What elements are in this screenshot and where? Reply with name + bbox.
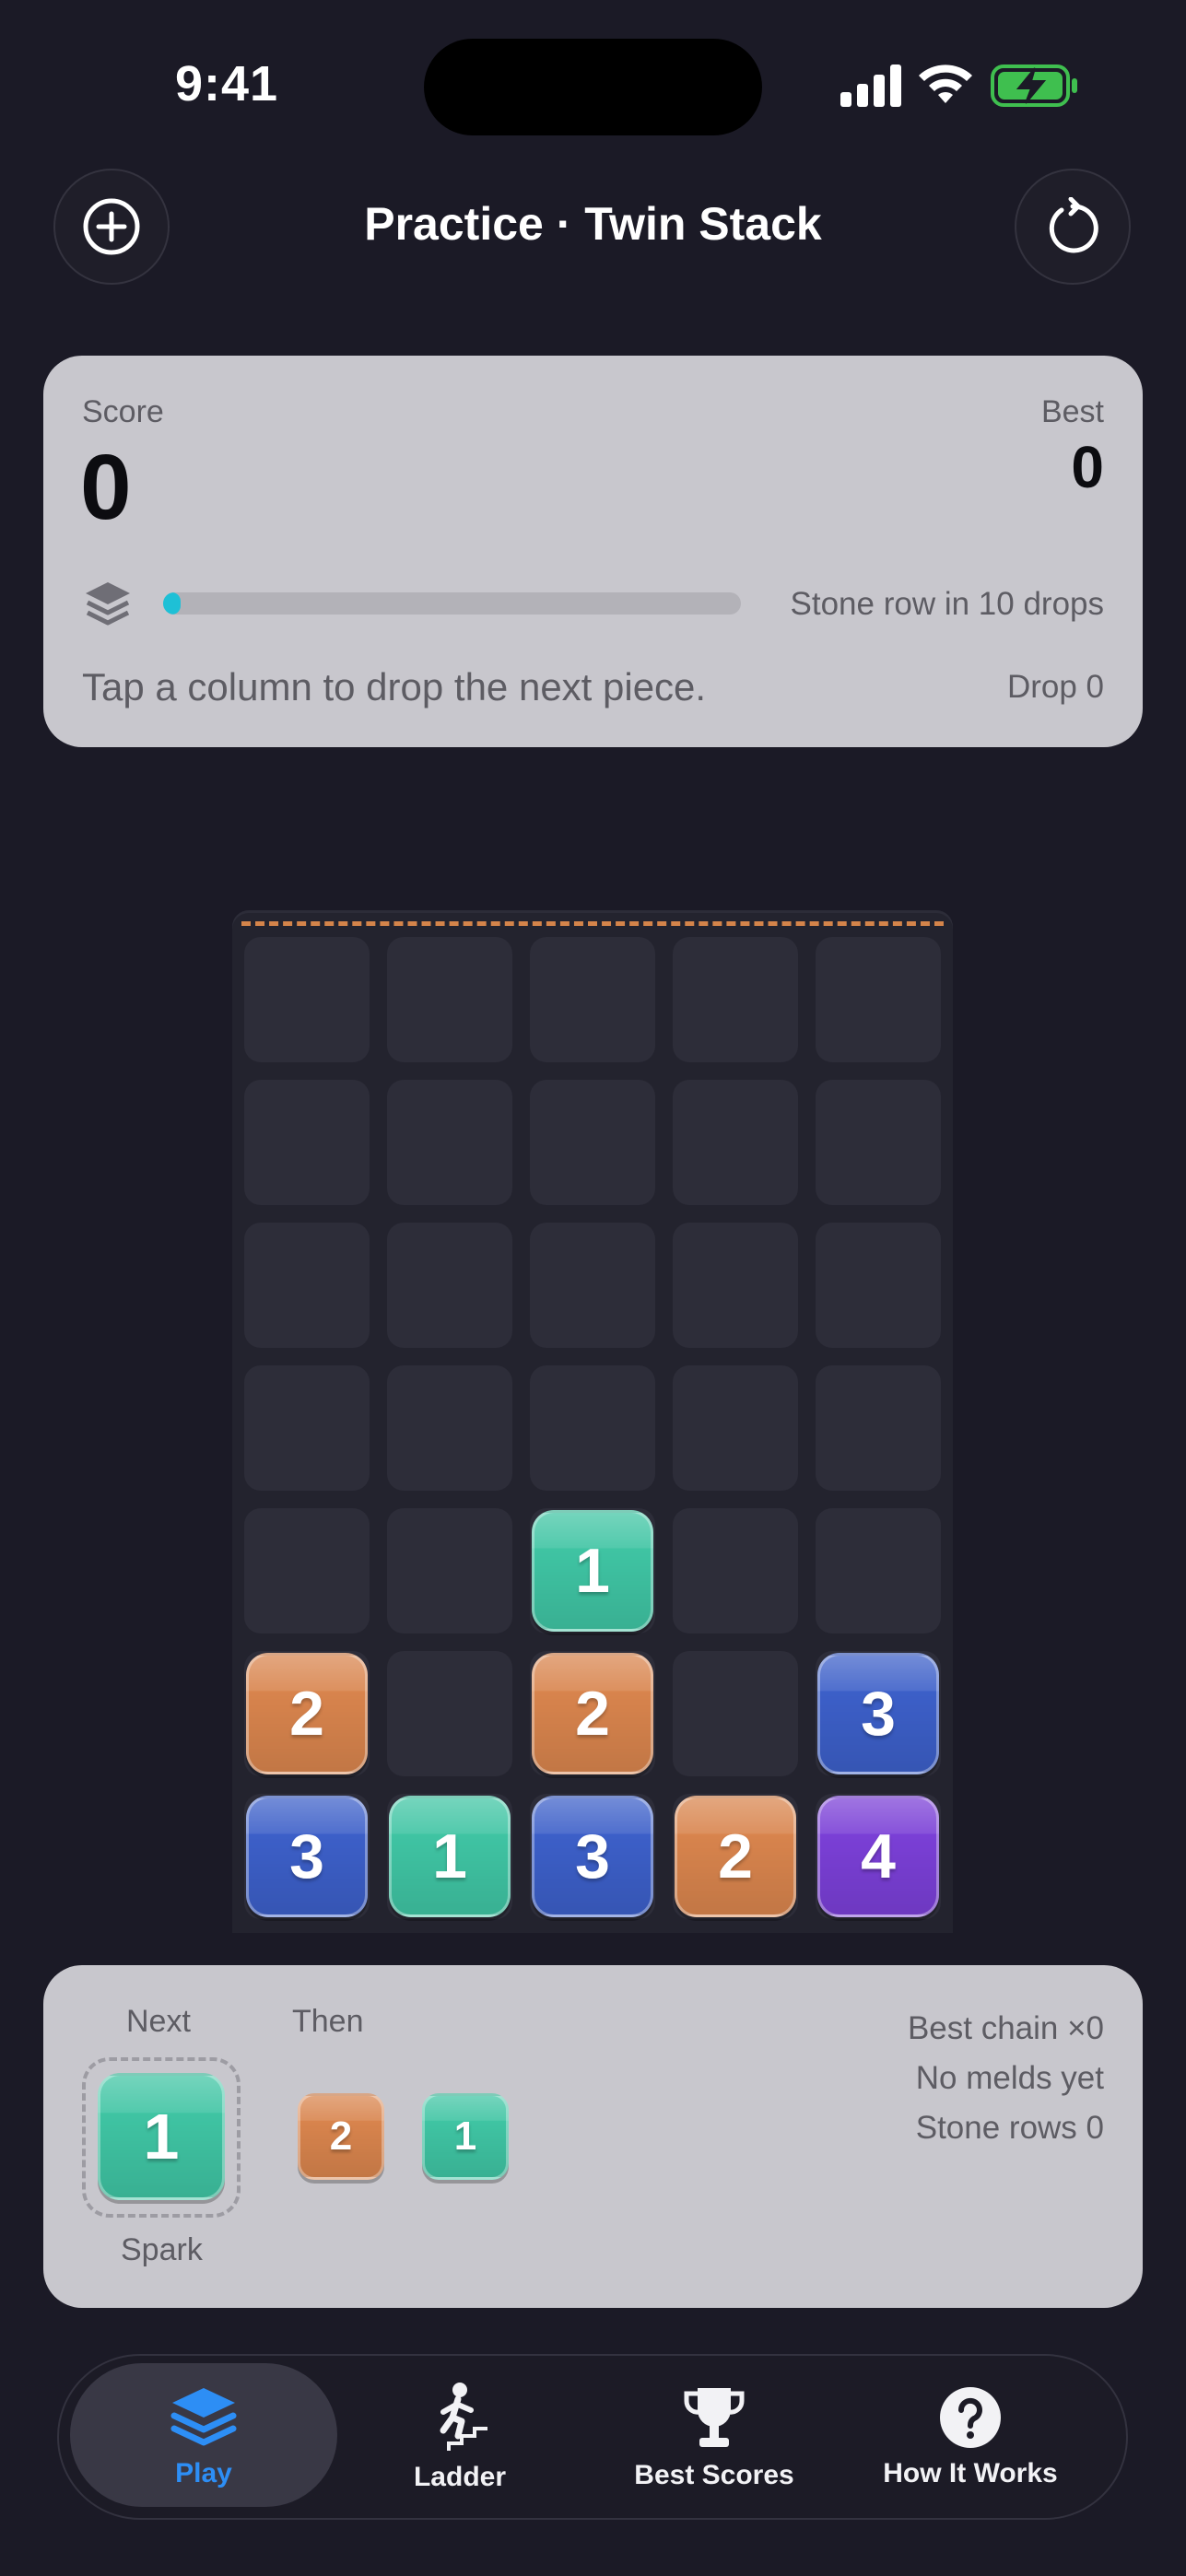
stone-progress-bar <box>163 592 741 615</box>
melds-stat: No melds yet <box>915 2060 1104 2096</box>
stairs-climber-icon <box>440 2383 487 2451</box>
board-cell[interactable] <box>816 1223 941 1348</box>
board-cell[interactable] <box>387 1365 512 1491</box>
game-board[interactable]: 122331324 <box>232 910 953 1933</box>
board-cell[interactable] <box>673 1365 798 1491</box>
run-stats: Best chain ×0 No melds yet Stone rows 0 <box>908 2004 1104 2153</box>
wifi-icon <box>919 64 972 103</box>
board-cell[interactable] <box>387 1651 512 1776</box>
question-circle-icon <box>940 2387 1001 2448</box>
board-tile: 2 <box>246 1653 368 1774</box>
board-cell[interactable] <box>244 937 370 1062</box>
board-cell[interactable] <box>816 937 941 1062</box>
board-cell[interactable] <box>244 1223 370 1348</box>
board-cell[interactable] <box>530 1365 655 1491</box>
board-cell[interactable] <box>816 1080 941 1205</box>
stone-row-countdown: Stone row in 10 drops <box>790 586 1104 622</box>
tab-best-scores[interactable]: Best Scores <box>581 2356 848 2518</box>
tab-how-it-works[interactable]: How It Works <box>837 2356 1104 2518</box>
board-tile: 2 <box>675 1796 796 1917</box>
board-cell[interactable] <box>673 1508 798 1633</box>
board-cell[interactable] <box>530 1223 655 1348</box>
board-cell[interactable] <box>673 1651 798 1776</box>
board-cell[interactable] <box>387 1080 512 1205</box>
board-cell[interactable] <box>244 1508 370 1633</box>
trophy-icon <box>684 2388 745 2447</box>
stone-rows-stat: Stone rows 0 <box>915 2110 1104 2146</box>
board-tile: 1 <box>532 1510 653 1632</box>
status-time: 9:41 <box>175 56 279 111</box>
board-tile: 2 <box>532 1653 653 1774</box>
board-cell[interactable] <box>530 937 655 1062</box>
then-label: Then <box>292 2004 364 2039</box>
board-cell[interactable] <box>244 1080 370 1205</box>
page-title: Practice · Twin Stack <box>364 198 822 250</box>
queue-tile: 1 <box>422 2093 509 2180</box>
tab-label-play: Play <box>175 2458 232 2488</box>
board-cell[interactable] <box>387 1223 512 1348</box>
tab-label-how-it-works: How It Works <box>883 2458 1058 2488</box>
tab-bar: Play Ladder Best Scores How It Works <box>57 2354 1128 2520</box>
next-label: Next <box>126 2004 191 2039</box>
battery-charging-icon <box>991 64 1077 107</box>
board-cell[interactable] <box>530 1080 655 1205</box>
tab-ladder[interactable]: Ladder <box>326 2356 593 2518</box>
tab-label-ladder: Ladder <box>413 2462 507 2492</box>
score-value: 0 <box>80 436 132 539</box>
board-cell[interactable] <box>387 1508 512 1633</box>
layers-icon <box>86 582 130 626</box>
board-cell[interactable] <box>816 1365 941 1491</box>
drop-counter: Drop 0 <box>1006 669 1104 705</box>
score-label: Score <box>82 394 164 429</box>
next-piece-tile: 1 <box>98 2073 225 2200</box>
board-cell[interactable] <box>673 1223 798 1348</box>
danger-line <box>241 921 944 926</box>
board-cell[interactable] <box>816 1508 941 1633</box>
stone-progress-fill <box>163 592 181 615</box>
next-piece-name: Spark <box>121 2232 203 2267</box>
board-tile: 3 <box>532 1796 653 1917</box>
restart-button[interactable] <box>1015 169 1131 285</box>
board-cell[interactable] <box>387 937 512 1062</box>
tab-play[interactable]: Play <box>70 2356 337 2518</box>
tab-label-best-scores: Best Scores <box>634 2460 794 2490</box>
dynamic-island <box>424 39 762 135</box>
best-chain-stat: Best chain ×0 <box>907 2010 1104 2046</box>
board-cell[interactable] <box>673 937 798 1062</box>
board-tile: 4 <box>817 1796 939 1917</box>
board-tile: 3 <box>246 1796 368 1917</box>
best-value: 0 <box>1071 434 1104 500</box>
stack-layers-icon <box>170 2388 237 2446</box>
board-cell[interactable] <box>244 1365 370 1491</box>
cellular-signal-icon <box>840 64 901 107</box>
board-tile: 1 <box>389 1796 511 1917</box>
restart-arrow-icon <box>1049 197 1098 253</box>
board-cell[interactable] <box>673 1080 798 1205</box>
next-piece-card: Next Then 1 2 1 Spark Best chain ×0 No m… <box>43 1965 1143 2308</box>
board-tile: 3 <box>817 1653 939 1774</box>
best-label: Best <box>1040 394 1104 429</box>
queue-tile: 2 <box>298 2093 384 2180</box>
instruction-text: Tap a column to drop the next piece. <box>82 665 707 708</box>
score-card: Score 0 Best 0 Stone row in 10 drops Tap… <box>43 356 1143 747</box>
